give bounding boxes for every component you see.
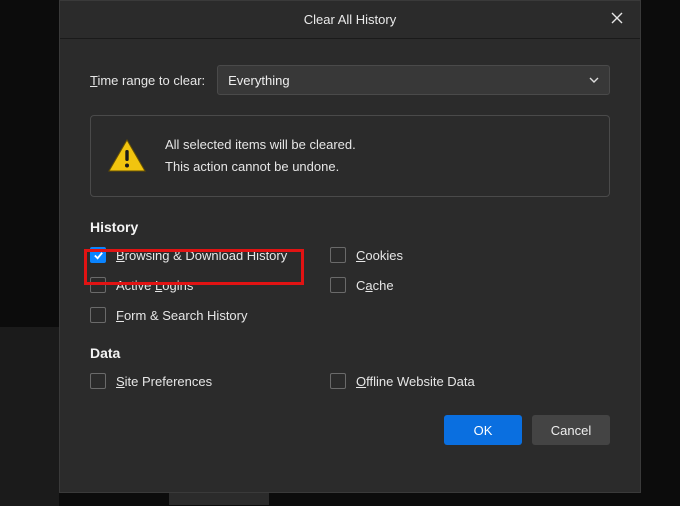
checkbox-label: Form & Search History bbox=[116, 308, 248, 323]
ok-button[interactable]: OK bbox=[444, 415, 522, 445]
time-range-value: Everything bbox=[228, 73, 289, 88]
warning-line2: This action cannot be undone. bbox=[165, 156, 356, 178]
checkbox-site-preferences[interactable]: Site Preferences bbox=[90, 373, 320, 389]
checkbox-label: Cookies bbox=[356, 248, 403, 263]
checkbox-label: Offline Website Data bbox=[356, 374, 475, 389]
warning-box: All selected items will be cleared. This… bbox=[90, 115, 610, 197]
background-panel bbox=[0, 327, 59, 506]
check-icon bbox=[93, 250, 104, 261]
checkbox-box bbox=[330, 373, 346, 389]
history-options-grid: Browsing & Download History Cookies Acti… bbox=[90, 247, 610, 323]
checkbox-form-history[interactable]: Form & Search History bbox=[90, 307, 320, 323]
time-range-row: Time range to clear: Everything bbox=[90, 65, 610, 95]
dialog-title: Clear All History bbox=[304, 12, 396, 27]
clear-history-dialog: Clear All History Time range to clear: E… bbox=[59, 0, 641, 493]
dialog-button-row: OK Cancel bbox=[90, 415, 610, 445]
checkbox-box bbox=[330, 277, 346, 293]
checkbox-active-logins[interactable]: Active Logins bbox=[90, 277, 320, 293]
background-fragment bbox=[169, 493, 269, 505]
titlebar: Clear All History bbox=[60, 1, 640, 39]
checkbox-label: Site Preferences bbox=[116, 374, 212, 389]
checkbox-box bbox=[90, 307, 106, 323]
checkbox-label: Active Logins bbox=[116, 278, 193, 293]
warning-icon bbox=[107, 138, 147, 174]
close-icon bbox=[611, 12, 623, 24]
checkbox-box bbox=[90, 277, 106, 293]
checkbox-box bbox=[330, 247, 346, 263]
checkbox-label: Browsing & Download History bbox=[116, 248, 287, 263]
cancel-button[interactable]: Cancel bbox=[532, 415, 610, 445]
checkbox-browsing-history[interactable]: Browsing & Download History bbox=[90, 247, 320, 263]
dialog-body: Time range to clear: Everything All sele… bbox=[60, 39, 640, 445]
time-range-label: Time range to clear: bbox=[90, 73, 205, 88]
checkbox-cookies[interactable]: Cookies bbox=[330, 247, 610, 263]
checkbox-label: Cache bbox=[356, 278, 394, 293]
close-button[interactable] bbox=[594, 1, 640, 35]
warning-line1: All selected items will be cleared. bbox=[165, 134, 356, 156]
chevron-down-icon bbox=[589, 75, 599, 85]
checkbox-box bbox=[90, 247, 106, 263]
checkbox-offline-data[interactable]: Offline Website Data bbox=[330, 373, 610, 389]
warning-text: All selected items will be cleared. This… bbox=[165, 134, 356, 178]
time-range-select[interactable]: Everything bbox=[217, 65, 610, 95]
checkbox-box bbox=[90, 373, 106, 389]
data-heading: Data bbox=[90, 345, 610, 361]
checkbox-cache[interactable]: Cache bbox=[330, 277, 610, 293]
data-options-grid: Site Preferences Offline Website Data bbox=[90, 373, 610, 389]
history-heading: History bbox=[90, 219, 610, 235]
